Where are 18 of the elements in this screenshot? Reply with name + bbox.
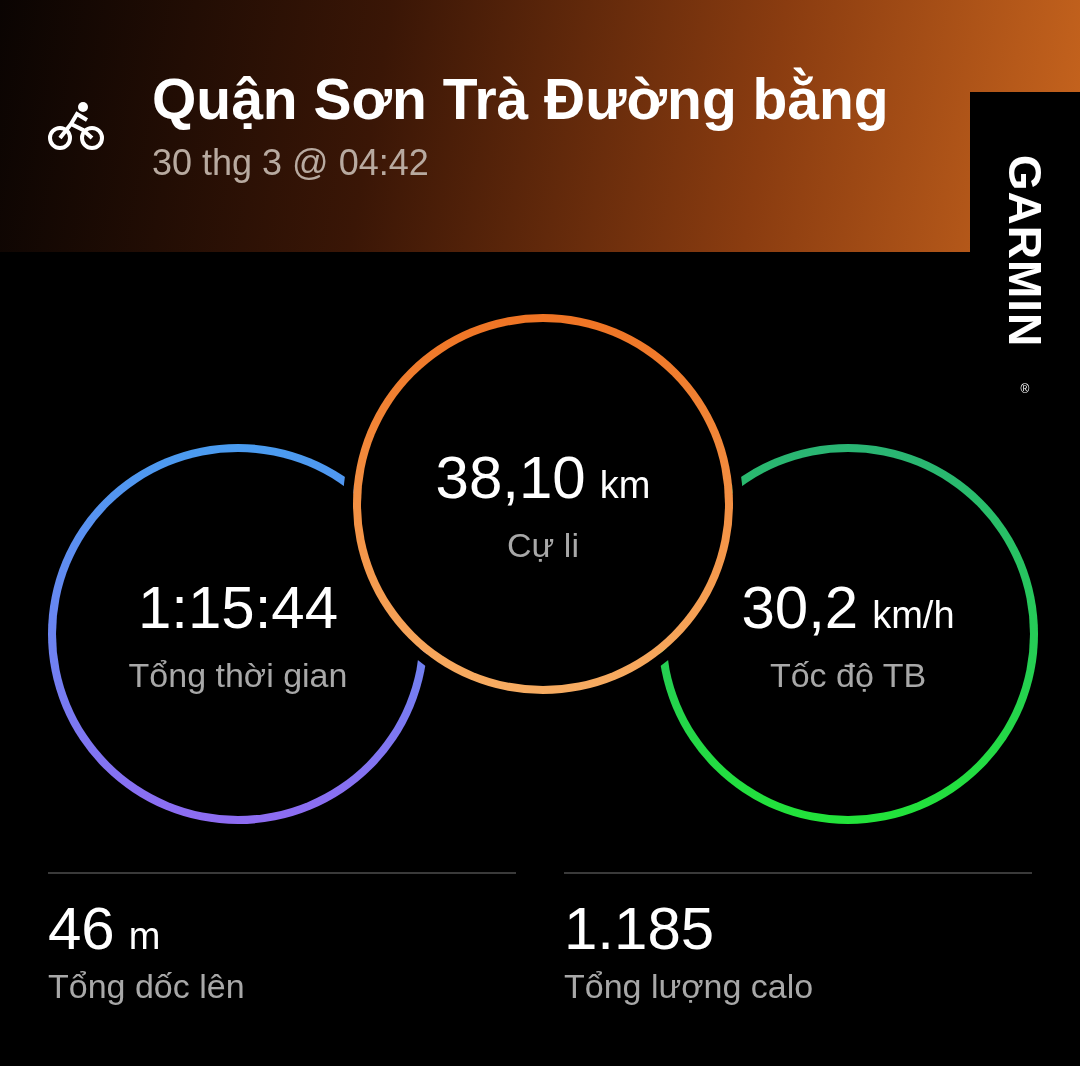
bicycle-icon <box>47 100 105 152</box>
metric-label: Tốc độ TB <box>769 656 927 695</box>
registered-mark: ® <box>1020 382 1030 396</box>
activity-title: Quận Sơn Trà Đường bằng <box>152 66 889 132</box>
stat-value: 46 <box>48 894 115 963</box>
metric-value: 38,10 <box>435 443 586 512</box>
metric-unit: km/h <box>872 594 955 637</box>
stat-unit: m <box>128 915 161 958</box>
metric-label: Tổng thời gian <box>128 656 348 695</box>
activity-date: 30 thg 3 @ 04:42 <box>152 142 430 184</box>
stat-label: Tổng dốc lên <box>48 967 246 1006</box>
metric-label: Cự li <box>507 526 579 565</box>
brand-logo: GARMIN <box>998 154 1052 348</box>
stat-label: Tổng lượng calo <box>564 967 815 1006</box>
metric-value: 1:15:44 <box>137 573 339 642</box>
metric-unit: km <box>599 464 651 507</box>
metric-value: 30,2 <box>741 573 859 642</box>
stat-value: 1.185 <box>564 894 715 963</box>
